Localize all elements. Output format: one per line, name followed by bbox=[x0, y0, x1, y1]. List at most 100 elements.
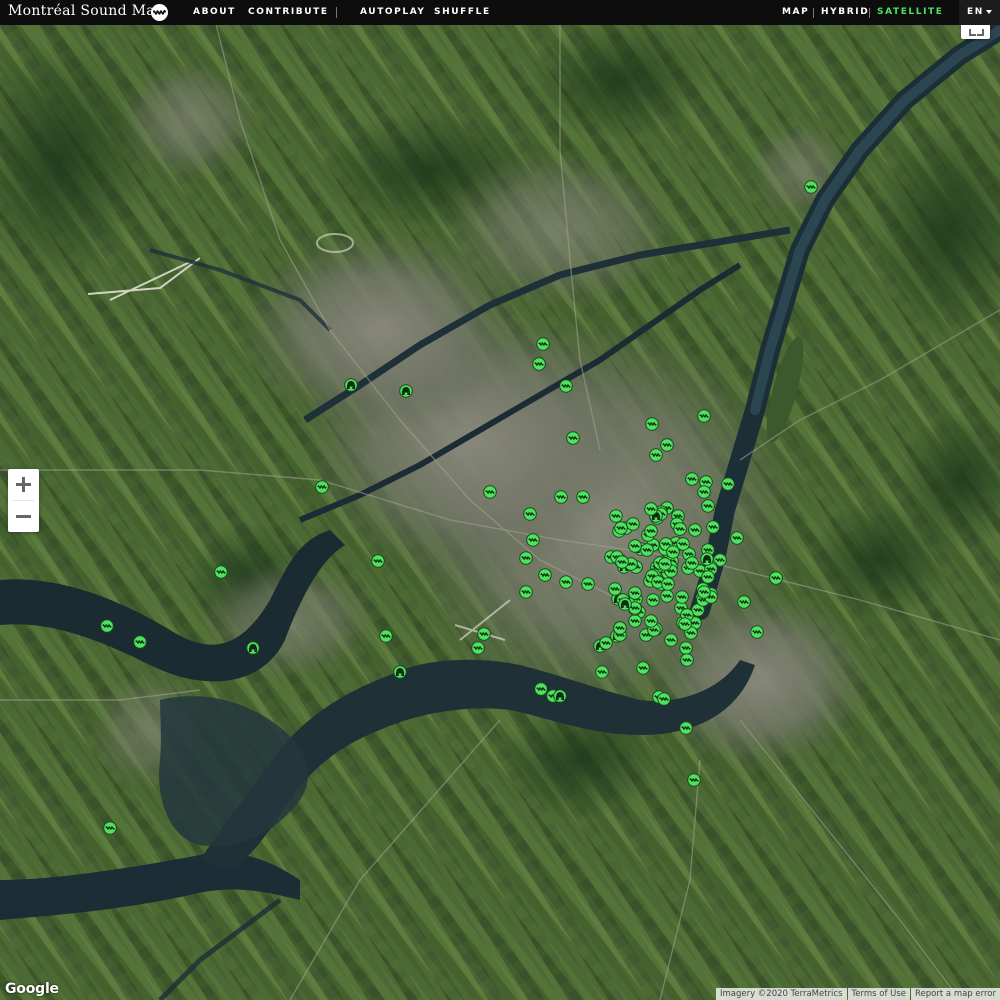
waveform-marker-icon[interactable] bbox=[661, 577, 675, 591]
maptype-hybrid[interactable]: HYBRID bbox=[821, 0, 869, 25]
waveform-marker-icon[interactable] bbox=[559, 379, 573, 393]
waveform-marker-icon[interactable] bbox=[640, 543, 654, 557]
waveform-marker-icon[interactable] bbox=[660, 589, 674, 603]
waveform-marker-icon[interactable] bbox=[701, 499, 715, 513]
waveform-marker-icon[interactable] bbox=[214, 565, 228, 579]
waveform-marker-icon[interactable] bbox=[697, 585, 711, 599]
site-title[interactable]: Montréal Sound Map bbox=[8, 3, 164, 19]
waveform-marker-icon[interactable] bbox=[534, 682, 548, 696]
waveform-marker-icon[interactable] bbox=[660, 438, 674, 452]
waveform-marker-icon[interactable] bbox=[658, 557, 672, 571]
waveform-marker-icon[interactable] bbox=[678, 617, 692, 631]
waveform-marker-icon[interactable] bbox=[379, 629, 393, 643]
waveform-marker-icon[interactable] bbox=[581, 577, 595, 591]
waveform-marker-icon[interactable] bbox=[769, 571, 783, 585]
waveform-marker-icon[interactable] bbox=[706, 520, 720, 534]
fullscreen-button[interactable] bbox=[961, 25, 990, 39]
headphones-marker-icon[interactable] bbox=[344, 378, 358, 392]
waveform-marker-icon[interactable] bbox=[687, 773, 701, 787]
waveform-marker-icon[interactable] bbox=[680, 653, 694, 667]
waveform-marker-icon[interactable] bbox=[538, 568, 552, 582]
zoom-out-button[interactable] bbox=[8, 501, 39, 532]
waveform-marker-icon[interactable] bbox=[804, 180, 818, 194]
waveform-marker-icon[interactable] bbox=[599, 636, 613, 650]
waveform-marker-icon[interactable] bbox=[730, 531, 744, 545]
waveform-marker-icon[interactable] bbox=[685, 472, 699, 486]
nav-shuffle[interactable]: SHUFFLE bbox=[434, 0, 491, 25]
waveform-marker-icon[interactable] bbox=[644, 614, 658, 628]
headphones-marker-icon[interactable] bbox=[393, 665, 407, 679]
waveform-marker-icon[interactable] bbox=[608, 582, 622, 596]
waveform-marker-icon[interactable] bbox=[519, 585, 533, 599]
waveform-marker-icon[interactable] bbox=[737, 595, 751, 609]
waveform-marker-icon[interactable] bbox=[609, 509, 623, 523]
waveform-marker-icon[interactable] bbox=[645, 417, 659, 431]
headphones-marker-icon[interactable] bbox=[618, 597, 632, 611]
maptype-map[interactable]: MAP bbox=[782, 0, 809, 25]
waveform-marker-icon[interactable] bbox=[532, 357, 546, 371]
terms-of-use-link[interactable]: Terms of Use bbox=[847, 988, 911, 1000]
headphones-marker-icon[interactable] bbox=[553, 689, 567, 703]
waveform-marker-icon[interactable] bbox=[371, 554, 385, 568]
waveform-marker-icon[interactable] bbox=[566, 431, 580, 445]
waveform-marker-icon[interactable] bbox=[526, 533, 540, 547]
waveform-marker-icon[interactable] bbox=[688, 523, 702, 537]
waveform-marker-icon[interactable] bbox=[628, 614, 642, 628]
language-label: EN bbox=[967, 7, 984, 17]
waveform-marker-icon[interactable] bbox=[559, 575, 573, 589]
waveform-marker-icon[interactable] bbox=[519, 551, 533, 565]
waveform-marker-icon[interactable] bbox=[644, 524, 658, 538]
zoom-in-button[interactable] bbox=[8, 469, 39, 500]
waveform-marker-icon[interactable] bbox=[626, 517, 640, 531]
report-map-error-link[interactable]: Report a map error bbox=[911, 988, 1000, 1000]
waveform-marker-icon[interactable] bbox=[679, 721, 693, 735]
headphones-marker-icon[interactable] bbox=[246, 641, 260, 655]
waveform-marker-icon[interactable] bbox=[471, 641, 485, 655]
waveform-marker-icon[interactable] bbox=[701, 570, 715, 584]
zoom-control bbox=[8, 469, 39, 532]
nav-contribute[interactable]: CONTRIBUTE bbox=[248, 0, 329, 25]
waveform-marker-icon[interactable] bbox=[576, 490, 590, 504]
waveform-marker-icon[interactable] bbox=[649, 448, 663, 462]
headphones-marker-icon[interactable] bbox=[399, 384, 413, 398]
waveform-marker-icon[interactable] bbox=[679, 641, 693, 655]
waveform-marker-icon[interactable] bbox=[103, 821, 117, 835]
waveform-marker-icon[interactable] bbox=[614, 521, 628, 535]
waveform-marker-icon[interactable] bbox=[646, 593, 660, 607]
waveform-marker-icon[interactable] bbox=[628, 586, 642, 600]
waveform-marker-icon[interactable] bbox=[666, 545, 680, 559]
waveform-marker-icon[interactable] bbox=[664, 633, 678, 647]
waveform-marker-icon[interactable] bbox=[636, 661, 650, 675]
waveform-marker-icon[interactable] bbox=[721, 477, 735, 491]
waveform-marker-icon[interactable] bbox=[315, 480, 329, 494]
headphones-marker-icon[interactable] bbox=[700, 552, 714, 566]
waveform-marker-icon[interactable] bbox=[657, 692, 671, 706]
satellite-map[interactable] bbox=[0, 0, 1000, 1000]
waveform-marker-icon[interactable] bbox=[536, 337, 550, 351]
waveform-marker-icon[interactable] bbox=[483, 485, 497, 499]
language-selector[interactable]: EN bbox=[959, 0, 1000, 25]
waveform-marker-icon[interactable] bbox=[554, 490, 568, 504]
waveform-marker-icon[interactable] bbox=[613, 621, 627, 635]
waveform-marker-icon[interactable] bbox=[595, 665, 609, 679]
waveform-logo-icon[interactable] bbox=[151, 4, 168, 21]
google-logo[interactable]: Google bbox=[5, 981, 59, 997]
waveform-marker-icon[interactable] bbox=[673, 522, 687, 536]
waveform-marker-icon[interactable] bbox=[697, 485, 711, 499]
waveform-marker-icon[interactable] bbox=[615, 555, 629, 569]
nav-about[interactable]: ABOUT bbox=[193, 0, 236, 25]
waveform-marker-icon[interactable] bbox=[100, 619, 114, 633]
waveform-marker-icon[interactable] bbox=[750, 625, 764, 639]
waveform-marker-icon[interactable] bbox=[523, 507, 537, 521]
waveform-marker-icon[interactable] bbox=[697, 409, 711, 423]
waveform-marker-icon[interactable] bbox=[133, 635, 147, 649]
waveform-marker-icon[interactable] bbox=[675, 590, 689, 604]
chevron-down-icon bbox=[986, 10, 992, 14]
waveform-marker-icon[interactable] bbox=[685, 556, 699, 570]
nav-autoplay[interactable]: AUTOPLAY bbox=[360, 0, 426, 25]
waveform-marker-icon[interactable] bbox=[644, 502, 658, 516]
imagery-credit: Imagery ©2020 TerraMetrics bbox=[715, 988, 847, 1000]
maptype-satellite[interactable]: SATELLITE bbox=[877, 0, 944, 25]
waveform-marker-icon[interactable] bbox=[477, 627, 491, 641]
waveform-marker-icon[interactable] bbox=[628, 539, 642, 553]
